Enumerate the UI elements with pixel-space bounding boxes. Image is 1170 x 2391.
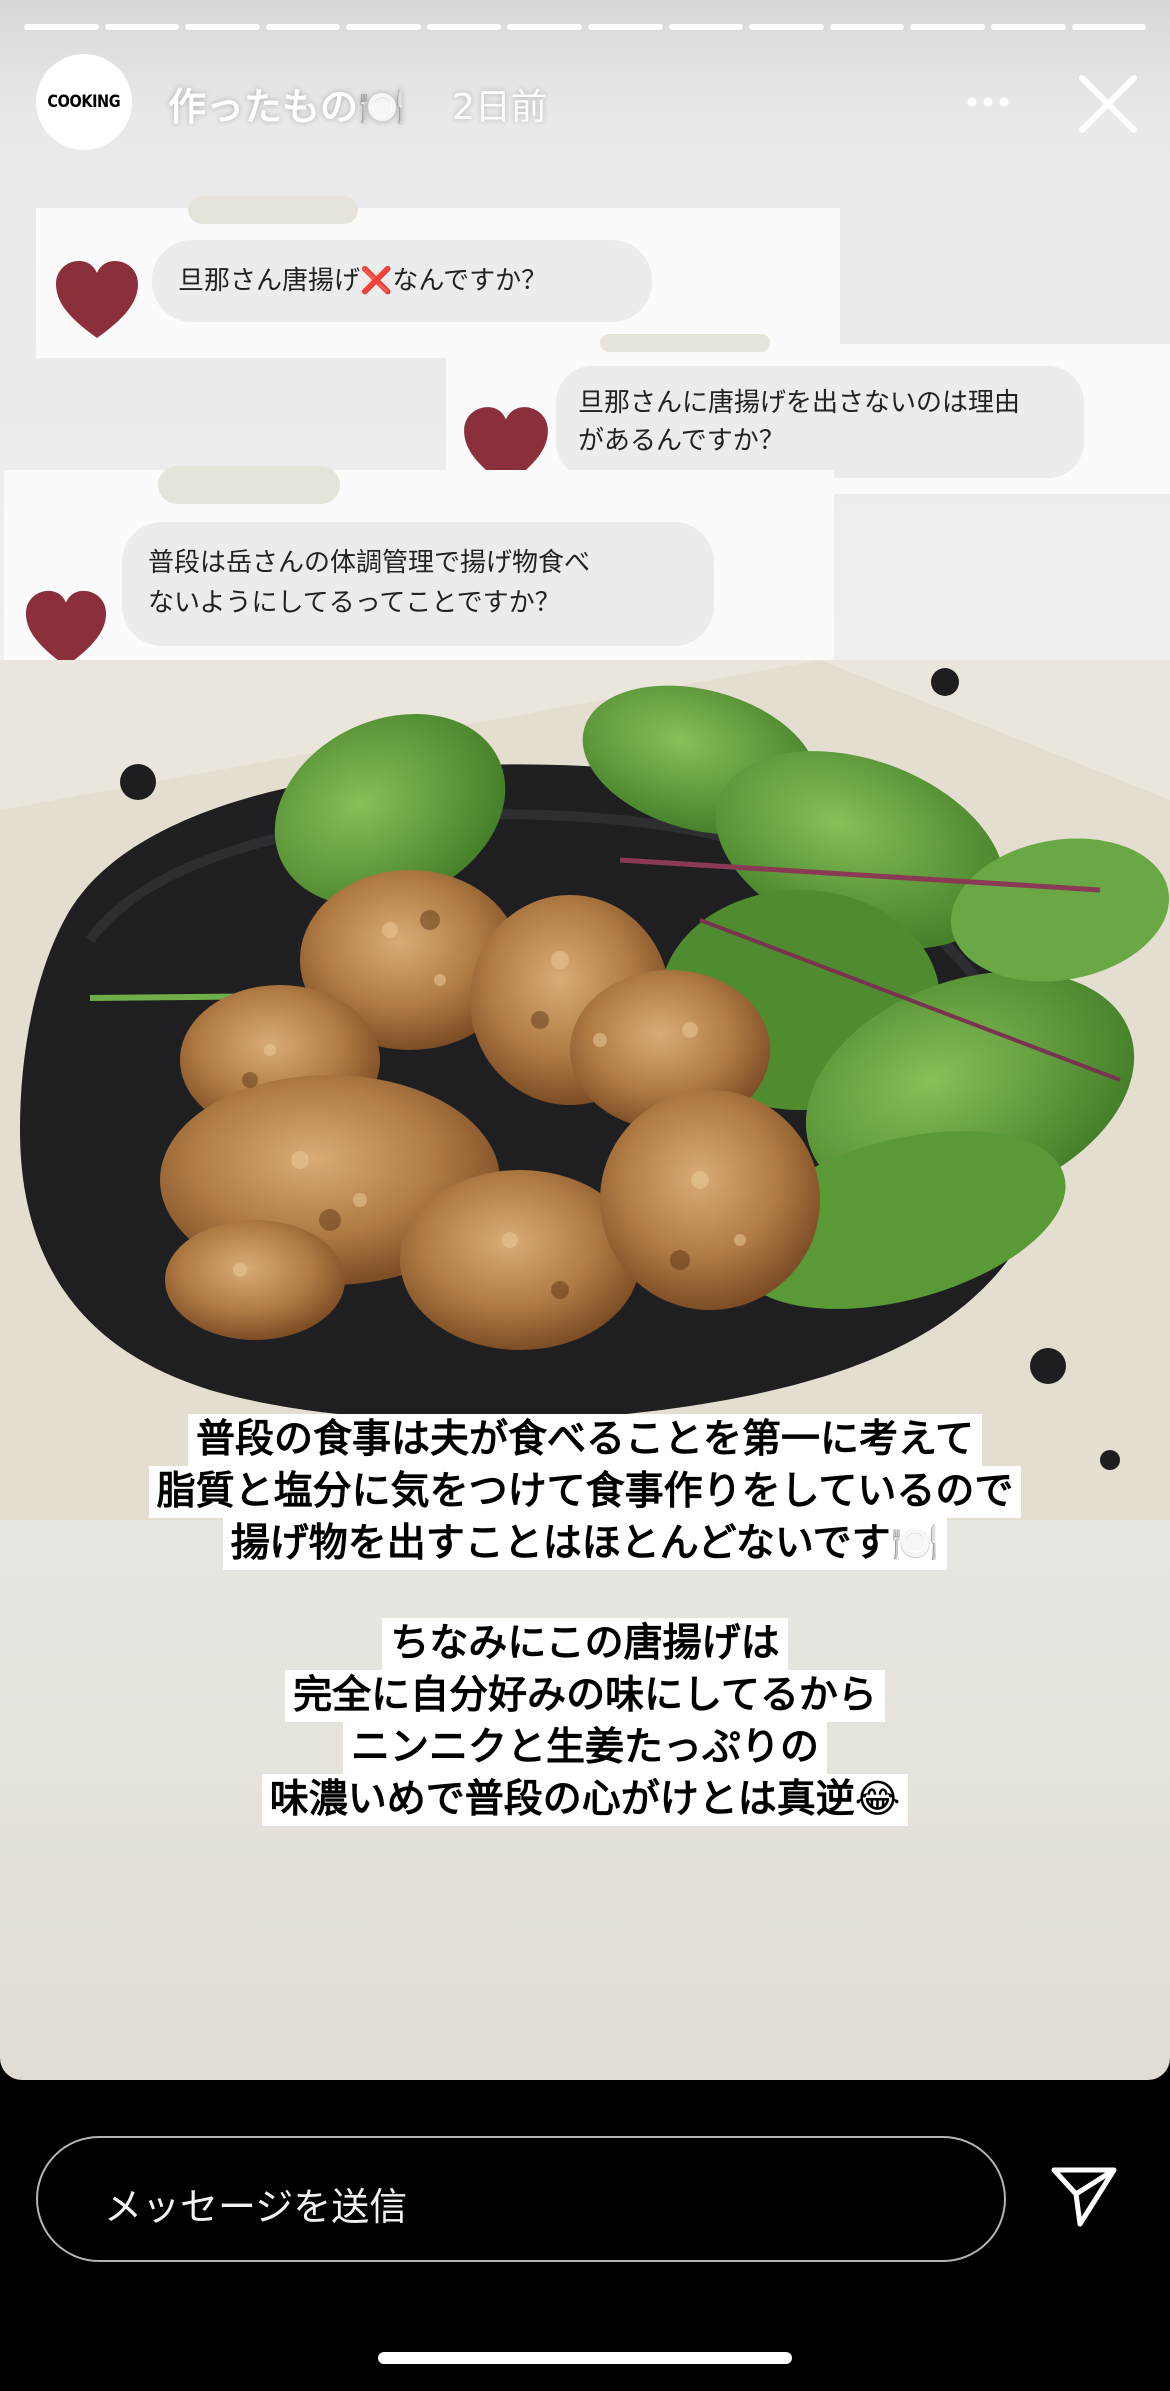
caption-line: 普段の食事は夫が食べることを第一に考えて xyxy=(187,1414,983,1466)
progress-segment xyxy=(829,24,905,30)
heart-icon xyxy=(56,261,138,338)
question-bubble-edge xyxy=(600,334,770,352)
heart-icon xyxy=(25,590,107,667)
progress-segment xyxy=(265,24,341,30)
caption-line: 揚げ物を出すことはほとんどないです🍽️ xyxy=(222,1518,948,1570)
progress-segment xyxy=(668,24,744,30)
send-icon[interactable] xyxy=(1046,2160,1120,2234)
progress-segment xyxy=(346,24,421,30)
close-icon[interactable] xyxy=(1076,72,1140,136)
story-caption-block-1: 普段の食事は夫が食べることを第一に考えて 脂質と塩分に気をつけて食事作りをしてい… xyxy=(0,1414,1170,1570)
story-caption-block-2: ちなみにこの唐揚げは 完全に自分好みの味にしてるから ニンニクと生姜たっぷりの … xyxy=(0,1618,1170,1826)
story-header: COOKING 作ったもの🍽️ 2日前 xyxy=(0,52,1170,152)
caption-line: ニンニクと生姜たっぷりの xyxy=(342,1722,827,1774)
story-progress-bar xyxy=(24,24,1147,30)
caption-line: 完全に自分好みの味にしてるから xyxy=(285,1670,885,1722)
progress-segment xyxy=(104,24,180,30)
progress-segment xyxy=(990,24,1066,30)
progress-segment xyxy=(1071,24,1147,30)
question-text: があるんですか？ xyxy=(578,426,785,456)
story-frame[interactable]: COOKING 作ったもの🍽️ 2日前 旦那さん唐揚げ❌なんですか？ 旦那さんに… xyxy=(0,0,1170,2080)
question-bubble-edge xyxy=(188,196,358,224)
avatar-logo-text: COOKING xyxy=(47,92,121,112)
question-bubble: 普段は岳さんの体調管理で揚げ物食べ ないようにしてるってことですか？ xyxy=(122,522,714,646)
caption-line: ちなみにこの唐揚げは xyxy=(382,1618,788,1670)
account-name[interactable]: 作ったもの🍽️ xyxy=(168,76,405,131)
progress-segment xyxy=(910,24,985,30)
progress-segment xyxy=(185,24,260,30)
message-input[interactable]: メッセージを送信 xyxy=(36,2136,1006,2262)
caption-line: 味濃いめで普段の心がけとは真逆😂 xyxy=(261,1774,909,1826)
question-text: 普段は岳さんの体調管理で揚げ物食べ xyxy=(148,548,591,578)
question-text: ないようにしてるってことですか？ xyxy=(148,588,561,618)
progress-segment xyxy=(588,24,663,30)
question-text: 旦那さん唐揚げ❌なんですか？ xyxy=(178,266,548,296)
message-input-placeholder: メッセージを送信 xyxy=(104,2185,408,2229)
home-indicator[interactable] xyxy=(378,2352,792,2364)
question-bubble: 旦那さんに唐揚げを出さないのは理由 があるんですか？ xyxy=(556,366,1084,478)
posted-time: 2日前 xyxy=(452,87,547,128)
question-text: 旦那さんに唐揚げを出さないのは理由 xyxy=(578,388,1021,418)
caption-line: 脂質と塩分に気をつけて食事作りをしているので xyxy=(148,1466,1022,1518)
avatar[interactable]: COOKING xyxy=(36,54,132,150)
question-bubble-edge xyxy=(158,466,340,504)
progress-segment xyxy=(507,24,583,30)
question-bubble: 旦那さん唐揚げ❌なんですか？ xyxy=(152,240,652,322)
more-options-icon[interactable] xyxy=(958,72,1018,132)
karaage-photo xyxy=(0,660,1170,1520)
progress-segment xyxy=(749,24,824,30)
progress-segment xyxy=(426,24,502,30)
progress-segment xyxy=(24,24,99,30)
